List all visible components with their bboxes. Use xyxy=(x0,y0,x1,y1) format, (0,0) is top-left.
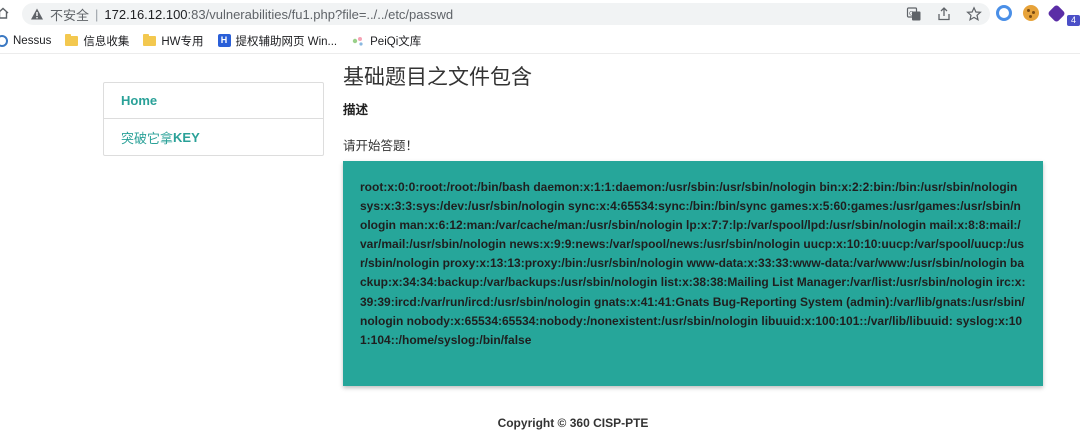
description-heading: 描述 xyxy=(343,103,369,117)
bookmark-star-icon[interactable] xyxy=(966,6,982,22)
bookmark-nessus[interactable]: Nessus xyxy=(0,34,52,47)
url-path: :83/vulnerabilities/fu1.php?file=../../e… xyxy=(187,6,454,22)
bookmark-label: HW专用 xyxy=(161,35,204,48)
nessus-icon xyxy=(0,34,8,47)
bookmark-label: PeiQi文库 xyxy=(370,35,422,48)
sidebar-item-home[interactable]: Home xyxy=(104,83,323,119)
extension-circle-icon[interactable] xyxy=(996,5,1012,21)
folder-icon xyxy=(143,33,157,46)
sidebar-item-label-key: KEY xyxy=(173,129,200,145)
purple-extension-icon[interactable] xyxy=(1047,3,1066,23)
share-icon[interactable] xyxy=(936,6,952,22)
bookmarks-bar: Nessus 信息收集 HW专用 H 提权辅助网页 Win... PeiQi文库 xyxy=(0,28,1080,54)
main-content: 基础题目之文件包含 描述 请开始答题！ xyxy=(343,63,1043,154)
file-content-text: root:x:0:0:root:/root:/bin/bash daemon:x… xyxy=(360,180,1026,347)
bookmark-peiqi[interactable]: PeiQi文库 xyxy=(351,33,421,49)
bookmark-label: 提权辅助网页 Win... xyxy=(235,35,338,48)
insecure-label[interactable]: 不安全 xyxy=(50,5,89,24)
sidebar-nav: Home 突破它拿 KEY xyxy=(103,82,324,156)
cookie-extension-icon[interactable] xyxy=(1023,5,1039,21)
bookmark-folder-info[interactable]: 信息收集 xyxy=(65,33,129,49)
sidebar-item-label: Home xyxy=(121,93,158,108)
warning-icon[interactable] xyxy=(30,7,44,21)
bookmark-label: 信息收集 xyxy=(83,35,130,48)
footer-copyright: Copyright © 360 CISP-PTE xyxy=(497,416,649,430)
peiqi-icon xyxy=(352,36,363,46)
sidebar-item-get-key[interactable]: 突破它拿 KEY xyxy=(104,119,323,155)
extension-badge: 4 xyxy=(1067,15,1080,26)
file-content-panel: root:x:0:0:root:/root:/bin/bash daemon:x… xyxy=(343,161,1043,386)
bookmark-folder-hw[interactable]: HW专用 xyxy=(143,33,204,49)
address-bar-row: 不安全 | 172.16.12.100:83/vulnerabilities/f… xyxy=(0,0,1080,28)
home-icon[interactable] xyxy=(0,6,10,20)
url-host: 172.16.12.100 xyxy=(104,6,188,22)
bookmark-privesc[interactable]: H 提权辅助网页 Win... xyxy=(217,33,338,49)
svg-text:G: G xyxy=(909,11,914,18)
folder-icon xyxy=(65,33,79,46)
prompt-text: 请开始答题！ xyxy=(343,139,419,153)
url-separator: | xyxy=(95,6,99,22)
extensions-row xyxy=(996,3,1066,23)
hw-icon: H xyxy=(217,34,231,47)
page-title: 基础题目之文件包含 xyxy=(343,66,532,89)
translate-icon[interactable]: G xyxy=(906,6,922,22)
url-bar[interactable]: 不安全 | 172.16.12.100:83/vulnerabilities/f… xyxy=(22,3,990,25)
omnibox-actions: G xyxy=(906,6,982,22)
sidebar-item-label: 突破它拿 xyxy=(121,130,174,146)
bookmark-label: Nessus xyxy=(13,34,52,47)
